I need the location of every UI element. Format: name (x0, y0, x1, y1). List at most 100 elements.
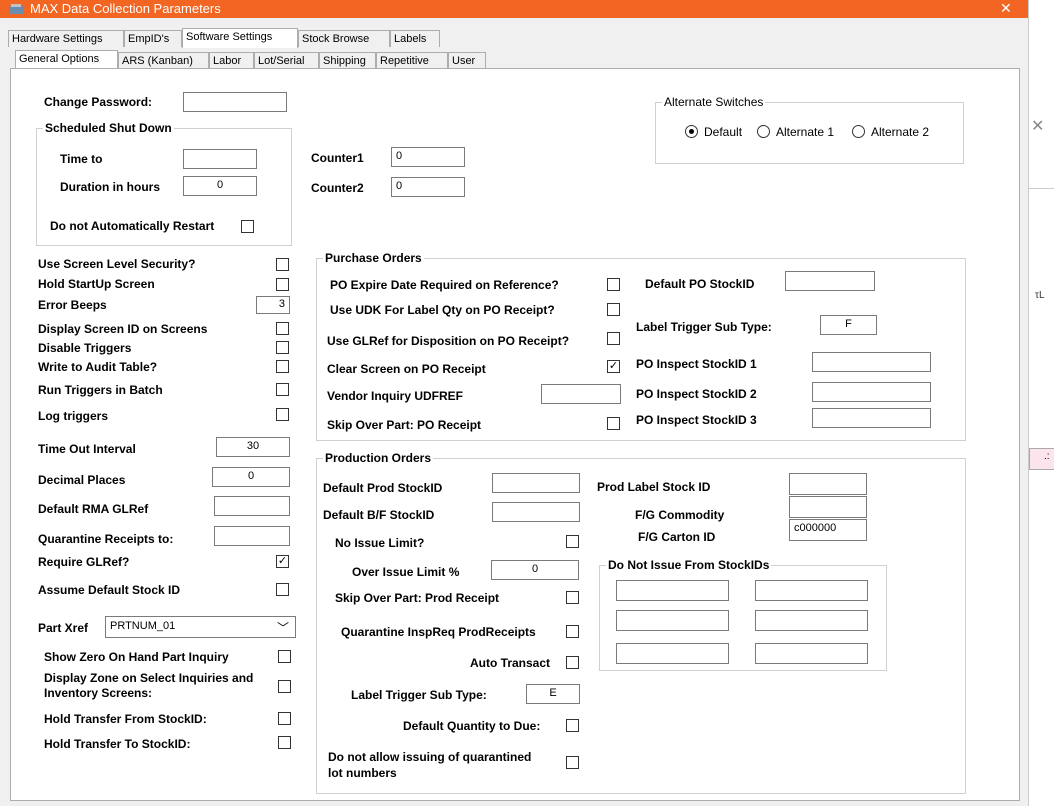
tab-stock-browse[interactable]: Stock Browse (298, 30, 390, 47)
display-screen-id-checkbox[interactable] (276, 322, 289, 335)
default-bf-stock-label: Default B/F StockID (323, 508, 435, 522)
no-restart-label: Do not Automatically Restart (50, 219, 215, 233)
time-to-label: Time to (60, 152, 103, 166)
hold-transfer-from-label: Hold Transfer From StockID: (44, 712, 207, 726)
prod-label-trigger-input[interactable]: E (526, 684, 580, 704)
fg-carton-input[interactable]: c000000 (789, 519, 867, 541)
time-to-input[interactable] (183, 149, 257, 169)
tab-software-settings[interactable]: Software Settings (182, 28, 298, 48)
po-clear-screen-label: Clear Screen on PO Receipt (327, 362, 486, 376)
error-beeps-label: Error Beeps (38, 298, 107, 312)
production-orders-title: Production Orders (323, 451, 434, 465)
log-triggers-label: Log triggers (38, 409, 109, 423)
tab-shipping[interactable]: Shipping (319, 52, 376, 69)
po-expire-date-checkbox[interactable] (607, 278, 620, 291)
display-zone-label-line1: Display Zone on Select Inquiries and (44, 671, 254, 685)
close-icon[interactable]: ✕ (1000, 0, 1012, 17)
tab-empids[interactable]: EmpID's (124, 30, 182, 47)
change-password-input[interactable] (183, 92, 287, 112)
part-xref-select[interactable]: PRTNUM_01 ﹀ (105, 616, 296, 638)
prod-skip-over-label: Skip Over Part: Prod Receipt (335, 591, 500, 605)
counter2-input[interactable]: 0 (391, 177, 465, 197)
po-expire-date-label: PO Expire Date Required on Reference? (330, 278, 559, 292)
do-not-issue-input-2[interactable] (755, 580, 868, 601)
po-clear-screen-checkbox[interactable]: ✓ (607, 360, 620, 373)
tab-ars-kanban[interactable]: ARS (Kanban) (118, 52, 209, 69)
log-triggers-checkbox[interactable] (276, 408, 289, 421)
tab-labels[interactable]: Labels (390, 30, 440, 47)
background-window: ✕ τL .: (1028, 0, 1054, 806)
tab-repetitive[interactable]: Repetitive (376, 52, 448, 69)
hold-transfer-to-label: Hold Transfer To StockID: (44, 737, 191, 751)
do-not-issue-input-5[interactable] (616, 643, 729, 664)
po-skip-over-checkbox[interactable] (607, 417, 620, 430)
po-inspect3-input[interactable] (812, 408, 931, 428)
show-zero-onhand-checkbox[interactable] (278, 650, 291, 663)
fg-commodity-input[interactable] (789, 496, 867, 518)
tab-hardware-settings[interactable]: Hardware Settings (8, 30, 124, 47)
run-triggers-batch-label: Run Triggers in Batch (38, 383, 163, 397)
disable-triggers-checkbox[interactable] (276, 341, 289, 354)
timeout-input[interactable]: 30 (216, 437, 290, 457)
do-not-issue-title: Do Not Issue From StockIDs (606, 558, 772, 572)
prod-skip-over-checkbox[interactable] (566, 591, 579, 604)
tab-labor[interactable]: Labor (209, 52, 254, 69)
default-po-stock-label: Default PO StockID (645, 277, 755, 291)
show-zero-onhand-label: Show Zero On Hand Part Inquiry (44, 650, 229, 664)
no-issue-limit-checkbox[interactable] (566, 535, 579, 548)
hold-transfer-to-checkbox[interactable] (278, 736, 291, 749)
po-inspect2-input[interactable] (812, 382, 931, 402)
radio-default[interactable] (685, 125, 698, 138)
error-beeps-input[interactable]: 3 (256, 296, 290, 314)
decimal-places-input[interactable]: 0 (212, 467, 290, 487)
auto-transact-label: Auto Transact (470, 656, 551, 670)
hold-transfer-from-checkbox[interactable] (278, 712, 291, 725)
assume-default-stock-checkbox[interactable] (276, 583, 289, 596)
po-inspect1-input[interactable] (812, 352, 931, 372)
prod-label-trigger-label: Label Trigger Sub Type: (351, 688, 487, 702)
quarantine-receipts-input[interactable] (214, 526, 290, 546)
counter1-input[interactable]: 0 (391, 147, 465, 167)
prod-label-stock-label: Prod Label Stock ID (597, 480, 711, 494)
run-triggers-batch-checkbox[interactable] (276, 383, 289, 396)
prod-label-stock-input[interactable] (789, 473, 867, 495)
no-quarantined-checkbox[interactable] (566, 756, 579, 769)
default-prod-stock-input[interactable] (492, 473, 580, 493)
assume-default-stock-label: Assume Default Stock ID (38, 583, 181, 597)
radio-alternate-1[interactable] (757, 125, 770, 138)
use-screen-security-checkbox[interactable] (276, 258, 289, 271)
part-xref-label: Part Xref (38, 621, 89, 635)
tab-general-options[interactable]: General Options (15, 50, 118, 70)
default-qty-due-checkbox[interactable] (566, 719, 579, 732)
tab-user[interactable]: User (448, 52, 486, 69)
change-password-label: Change Password: (44, 95, 153, 109)
default-rma-input[interactable] (214, 496, 290, 516)
no-restart-checkbox[interactable] (241, 220, 254, 233)
over-issue-input[interactable]: 0 (491, 560, 579, 580)
quarantine-insp-checkbox[interactable] (566, 625, 579, 638)
no-issue-limit-label: No Issue Limit? (335, 536, 425, 550)
default-bf-stock-input[interactable] (492, 502, 580, 522)
do-not-issue-input-1[interactable] (616, 580, 729, 601)
display-zone-checkbox[interactable] (278, 680, 291, 693)
po-udk-label-checkbox[interactable] (607, 303, 620, 316)
disable-triggers-label: Disable Triggers (38, 341, 132, 355)
write-audit-checkbox[interactable] (276, 360, 289, 373)
duration-input[interactable]: 0 (183, 176, 257, 196)
vendor-inquiry-input[interactable] (541, 384, 621, 404)
do-not-issue-input-3[interactable] (616, 610, 729, 631)
radio-alternate-2[interactable] (852, 125, 865, 138)
require-glref-label: Require GLRef? (38, 555, 130, 569)
tab-lot-serial[interactable]: Lot/Serial (254, 52, 319, 69)
po-inspect2-label: PO Inspect StockID 2 (636, 387, 757, 401)
hold-startup-checkbox[interactable] (276, 278, 289, 291)
auto-transact-checkbox[interactable] (566, 656, 579, 669)
require-glref-checkbox[interactable]: ✓ (276, 555, 289, 568)
default-po-stock-input[interactable] (785, 271, 875, 291)
po-skip-over-label: Skip Over Part: PO Receipt (327, 418, 482, 432)
default-rma-label: Default RMA GLRef (38, 502, 149, 516)
do-not-issue-input-4[interactable] (755, 610, 868, 631)
po-glref-disposition-checkbox[interactable] (607, 332, 620, 345)
po-label-trigger-input[interactable]: F (820, 315, 877, 335)
do-not-issue-input-6[interactable] (755, 643, 868, 664)
